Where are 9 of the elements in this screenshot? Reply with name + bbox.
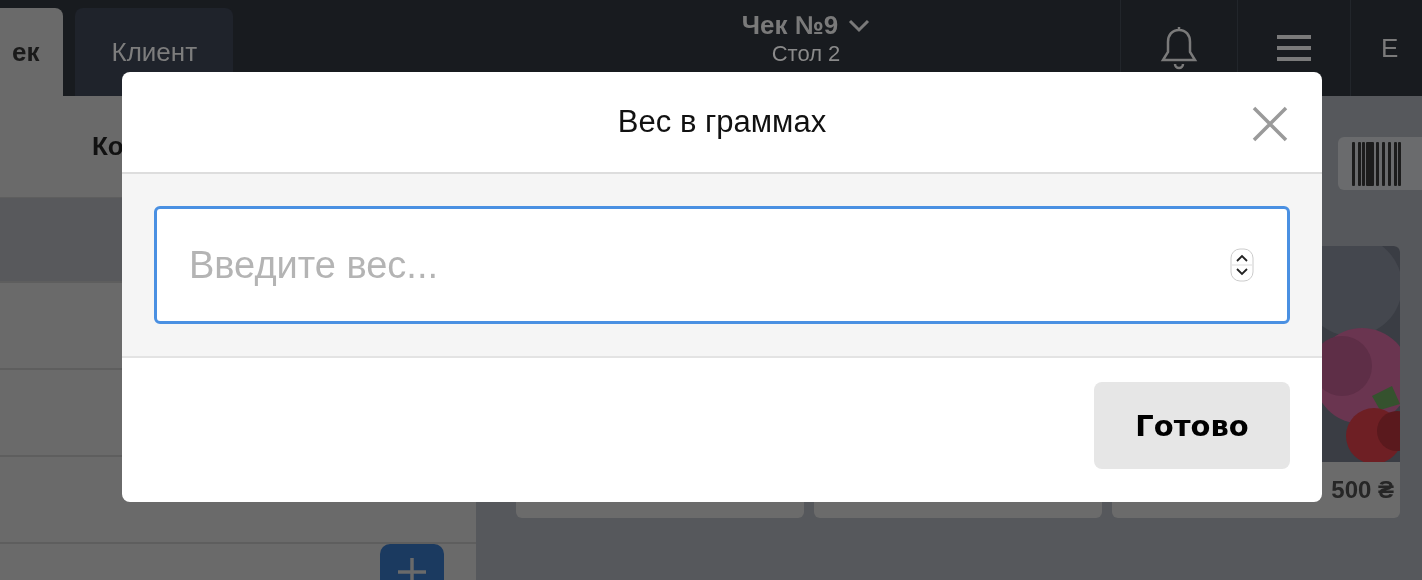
- column-heading: Ко: [92, 131, 124, 162]
- receipt-title[interactable]: Чек №9: [741, 10, 839, 41]
- product-price: 500 ₴: [1331, 476, 1394, 504]
- dialog-title: Вес в граммах: [617, 104, 827, 140]
- user-name[interactable]: Е: [1381, 32, 1422, 64]
- done-button[interactable]: Готово: [1094, 382, 1290, 469]
- table-label: Стол 2: [771, 41, 841, 67]
- weight-input-field[interactable]: Введите вес...: [154, 206, 1290, 324]
- tab[interactable]: ек: [0, 8, 64, 96]
